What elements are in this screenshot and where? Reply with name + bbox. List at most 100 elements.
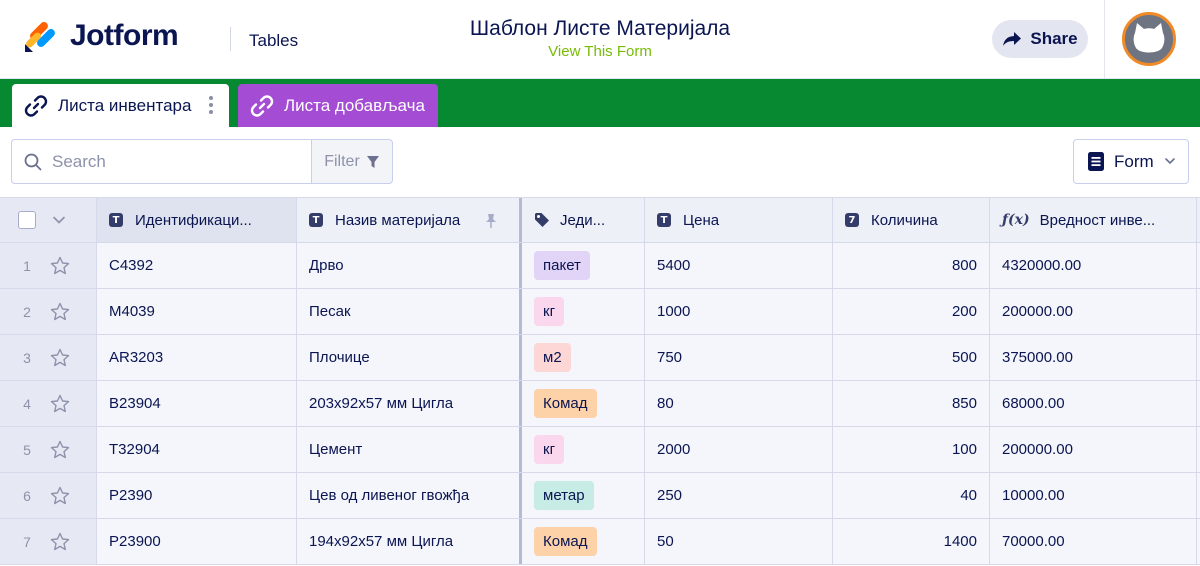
cell-quantity[interactable]: 200 [833, 289, 990, 334]
select-all-checkbox[interactable] [18, 211, 36, 229]
filter-button[interactable]: Filter [311, 139, 393, 184]
star-icon[interactable] [50, 348, 70, 368]
view-form-link[interactable]: View This Form [400, 43, 800, 60]
unit-badge: пакет [534, 251, 590, 280]
cell-name[interactable]: Песак [297, 289, 522, 334]
cell-price[interactable]: 1000 [645, 289, 833, 334]
cell-name[interactable]: Цемент [297, 427, 522, 472]
row-select-cell: 3 [0, 335, 97, 380]
cell-id[interactable]: B23904 [97, 381, 297, 426]
column-label: Идентификаци... [135, 211, 252, 229]
jotform-logo-icon [22, 18, 58, 54]
column-header-name[interactable]: T Назив материјала [297, 198, 522, 242]
column-label: Вредност инве... [1039, 211, 1156, 229]
cell-name[interactable]: Дрво [297, 243, 522, 288]
cell-price[interactable]: 5400 [645, 243, 833, 288]
table-row[interactable]: 2 M4039 Песак кг 1000 200 200000.00 [0, 289, 1200, 335]
row-number: 5 [23, 441, 31, 458]
cell-name[interactable]: Цев од ливеног гвожђа [297, 473, 522, 518]
cell-unit[interactable]: Комад [522, 381, 645, 426]
cell-quantity[interactable]: 850 [833, 381, 990, 426]
tag-icon [534, 212, 550, 228]
text-type-icon: T [657, 213, 671, 227]
column-header-id[interactable]: T Идентификаци... [97, 198, 297, 242]
share-button[interactable]: Share [992, 20, 1088, 58]
cell-name[interactable]: 194x92x57 мм Цигла [297, 519, 522, 564]
tab-supplier-list[interactable]: Листа добављача [238, 84, 438, 127]
cell-id[interactable]: M4039 [97, 289, 297, 334]
cell-id[interactable]: C4392 [97, 243, 297, 288]
cell-inventory-value[interactable]: 200000.00 [990, 289, 1197, 334]
table-row[interactable]: 7 P23900 194x92x57 мм Цигла Комад 50 1400 7000… [0, 519, 1200, 565]
cell-inventory-value[interactable]: 10000.00 [990, 473, 1197, 518]
cell-price[interactable]: 2000 [645, 427, 833, 472]
table-row[interactable]: 4 B23904 203x92x57 мм Цигла Комад 80 850 68000… [0, 381, 1200, 427]
cell-unit[interactable]: Комад [522, 519, 645, 564]
product-name[interactable]: Tables [249, 31, 298, 51]
avatar[interactable] [1122, 12, 1176, 66]
star-icon[interactable] [50, 394, 70, 414]
row-number: 3 [23, 349, 31, 366]
cell-unit[interactable]: пакет [522, 243, 645, 288]
row-select-cell: 5 [0, 427, 97, 472]
search-input[interactable] [52, 151, 292, 172]
column-label: Једи... [560, 211, 606, 229]
row-number: 6 [23, 487, 31, 504]
cell-quantity[interactable]: 500 [833, 335, 990, 380]
cell-quantity[interactable]: 100 [833, 427, 990, 472]
cell-inventory-value[interactable]: 375000.00 [990, 335, 1197, 380]
unit-badge: м2 [534, 343, 571, 372]
cell-quantity[interactable]: 40 [833, 473, 990, 518]
tab-options-icon[interactable] [209, 96, 213, 114]
star-icon[interactable] [50, 486, 70, 506]
star-icon[interactable] [50, 440, 70, 460]
star-icon[interactable] [50, 302, 70, 322]
cell-id[interactable]: AR3203 [97, 335, 297, 380]
cell-inventory-value[interactable]: 70000.00 [990, 519, 1197, 564]
cell-price[interactable]: 250 [645, 473, 833, 518]
link-icon [250, 94, 274, 118]
cell-quantity[interactable]: 1400 [833, 519, 990, 564]
cell-name[interactable]: Плочице [297, 335, 522, 380]
pin-icon[interactable] [485, 213, 497, 229]
unit-badge: кг [534, 297, 565, 326]
cell-price[interactable]: 50 [645, 519, 833, 564]
cell-quantity[interactable]: 800 [833, 243, 990, 288]
column-header-unit[interactable]: Једи... [522, 198, 645, 242]
filter-label: Filter [324, 152, 360, 170]
cell-unit[interactable]: м2 [522, 335, 645, 380]
star-icon[interactable] [50, 532, 70, 552]
cell-price[interactable]: 750 [645, 335, 833, 380]
cell-unit[interactable]: кг [522, 427, 645, 472]
cell-unit[interactable]: метар [522, 473, 645, 518]
table-row[interactable]: 3 AR3203 Плочице м2 750 500 375000.00 [0, 335, 1200, 381]
column-header-price[interactable]: T Цена [645, 198, 833, 242]
number-type-icon: 7 [845, 213, 859, 227]
cell-inventory-value[interactable]: 4320000.00 [990, 243, 1197, 288]
cell-id[interactable]: P23900 [97, 519, 297, 564]
tab-inventory-list[interactable]: Листа инвентара [12, 84, 229, 127]
avatar-cat-icon [1133, 23, 1165, 53]
table-row[interactable]: 5 T32904 Цемент кг 2000 100 200000.00 [0, 427, 1200, 473]
cell-inventory-value[interactable]: 68000.00 [990, 381, 1197, 426]
header-divider [230, 27, 231, 51]
table-row[interactable]: 1 C4392 Дрво пакет 5400 800 4320000.00 [0, 243, 1200, 289]
cell-id[interactable]: T32904 [97, 427, 297, 472]
table-row[interactable]: 6 P2390 Цев од ливеног гвожђа метар 250 40 100… [0, 473, 1200, 519]
star-icon[interactable] [50, 256, 70, 276]
jotform-logo[interactable]: Jotform [22, 18, 179, 54]
tab-label: Листа добављача [284, 95, 425, 115]
header-divider-right [1104, 0, 1105, 79]
cell-id[interactable]: P2390 [97, 473, 297, 518]
form-button[interactable]: Form [1073, 139, 1189, 184]
column-header-inventory-value[interactable]: ƒ(x) Вредност инве... [990, 198, 1197, 242]
cell-unit[interactable]: кг [522, 289, 645, 334]
unit-badge: кг [534, 435, 565, 464]
column-header-quantity[interactable]: 7 Количина [833, 198, 990, 242]
cell-price[interactable]: 80 [645, 381, 833, 426]
text-type-icon: T [109, 213, 123, 227]
text-type-icon: T [309, 213, 323, 227]
cell-name[interactable]: 203x92x57 мм Цигла [297, 381, 522, 426]
cell-inventory-value[interactable]: 200000.00 [990, 427, 1197, 472]
chevron-down-icon[interactable] [52, 213, 66, 227]
